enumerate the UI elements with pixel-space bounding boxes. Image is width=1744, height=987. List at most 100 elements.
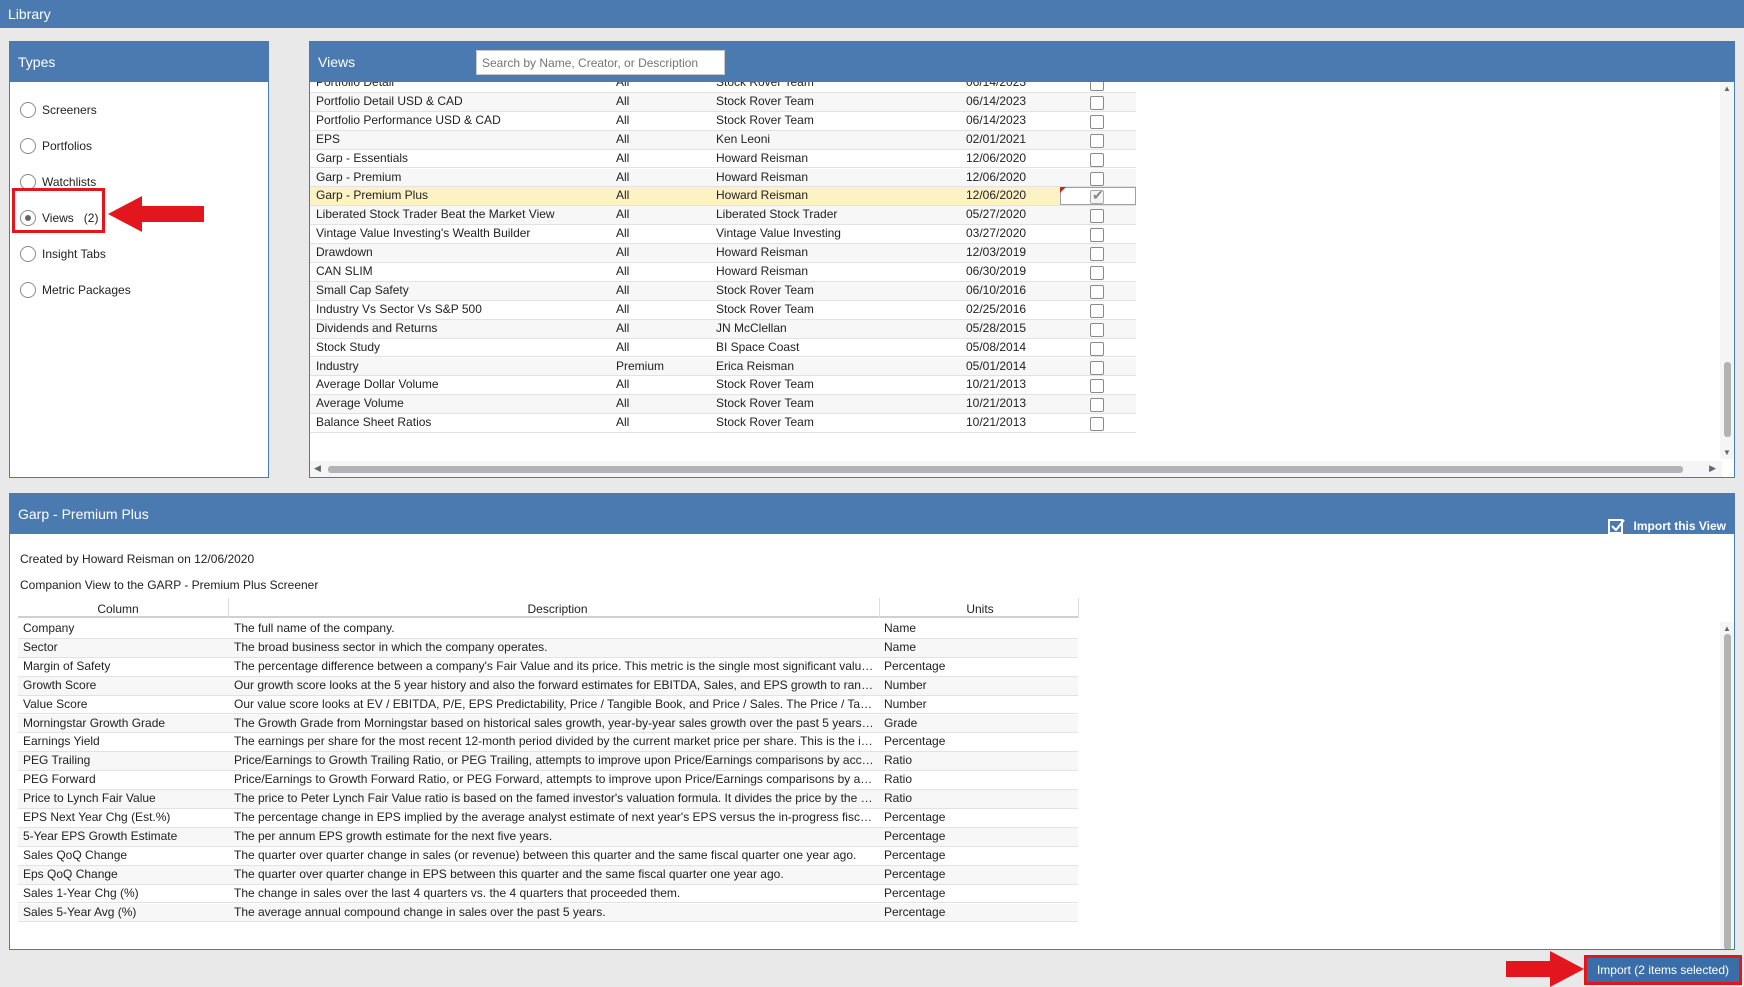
import-this-view-label[interactable]: Import this View <box>1634 506 1726 546</box>
scroll-thumb[interactable] <box>1724 362 1731 437</box>
import-checkbox[interactable] <box>1090 417 1104 432</box>
scroll-left-icon[interactable]: ◀ <box>314 463 321 474</box>
import-button[interactable]: Import (2 items selected) <box>1584 955 1742 985</box>
import-checkbox[interactable] <box>1090 398 1104 413</box>
view-subscription: All <box>616 226 630 241</box>
import-checkbox[interactable] <box>1090 341 1104 356</box>
annotation-arrow-right-icon <box>1506 951 1584 987</box>
column-row[interactable]: 5-Year EPS Growth Estimate The per annum … <box>18 827 1078 847</box>
column-row[interactable]: PEG Trailing Price/Earnings to Growth Tra… <box>18 752 1078 772</box>
scroll-thumb[interactable] <box>328 466 1683 473</box>
view-row[interactable]: Balance Sheet Ratios All Stock Rover Team 1… <box>310 414 1136 434</box>
type-option-insight-tabs[interactable]: Insight Tabs <box>10 236 268 272</box>
view-row[interactable]: Industry Premium Erica Reisman 05/01/2014 <box>310 357 1136 377</box>
column-description: Our value score looks at EV / EBITDA, P/… <box>234 696 873 711</box>
import-checkbox[interactable] <box>1090 133 1104 148</box>
column-units: Percentage <box>884 828 946 843</box>
column-row[interactable]: Earnings Yield The earnings per share for… <box>18 733 1078 753</box>
view-row[interactable]: Portfolio Performance USD & CAD All Stock … <box>310 112 1136 131</box>
column-row[interactable]: Morningstar Growth Grade The Growth Grade… <box>18 714 1078 734</box>
radio-button[interactable] <box>20 138 36 154</box>
view-date: 06/14/2023 <box>966 112 1027 127</box>
view-creator: Howard Reisman <box>716 188 809 203</box>
views-search-input[interactable] <box>476 50 725 75</box>
radio-button[interactable] <box>20 282 36 298</box>
scroll-thumb[interactable] <box>1724 634 1731 949</box>
column-row[interactable]: Sales 5-Year Avg (%) The average annual c… <box>18 903 1078 923</box>
type-option-metric-packages[interactable]: Metric Packages <box>10 272 268 308</box>
import-checkbox[interactable] <box>1090 379 1104 394</box>
view-row[interactable]: Garp - Premium Plus All Howard Reisman 12/0… <box>310 187 1136 207</box>
views-grid: Portfolio Detail All Stock Rover Team 06/14… <box>310 82 1734 459</box>
column-name: Morningstar Growth Grade <box>23 715 166 730</box>
type-option-portfolios[interactable]: Portfolios <box>10 128 268 164</box>
detail-title: Garp - Premium Plus Import this View <box>10 494 1734 534</box>
view-creator: Stock Rover Team <box>716 415 814 430</box>
column-row[interactable]: Sales 1-Year Chg (%) The change in sales … <box>18 885 1078 904</box>
view-row[interactable]: Drawdown All Howard Reisman 12/03/2019 <box>310 244 1136 263</box>
import-checkbox[interactable] <box>1090 228 1104 243</box>
column-units: Percentage <box>884 885 946 900</box>
view-row[interactable]: Liberated Stock Trader Beat the Market V… <box>310 206 1136 226</box>
column-units: Percentage <box>884 847 946 862</box>
column-description: The average annual compound change in sa… <box>234 904 606 919</box>
header-column[interactable]: Column <box>18 602 218 616</box>
scroll-right-icon[interactable]: ▶ <box>1709 463 1716 474</box>
view-row[interactable]: Industry Vs Sector Vs S&P 500 All Stock Ro… <box>310 301 1136 320</box>
view-name: Average Volume <box>316 396 404 411</box>
column-row[interactable]: Sector The broad business sector in which… <box>18 638 1078 658</box>
view-row[interactable]: Garp - Premium All Howard Reisman 12/06/202… <box>310 168 1136 188</box>
column-row[interactable]: EPS Next Year Chg (Est.%) The percentage … <box>18 809 1078 828</box>
import-checkbox[interactable] <box>1090 82 1104 91</box>
scroll-up-icon[interactable]: ▲ <box>1723 624 1731 633</box>
header-description[interactable]: Description <box>230 602 885 616</box>
import-checkbox[interactable] <box>1090 247 1104 262</box>
view-row[interactable]: Average Volume All Stock Rover Team 10/21/2… <box>310 395 1136 415</box>
view-row[interactable]: Portfolio Detail All Stock Rover Team 06/14… <box>310 82 1136 93</box>
checkbox-checked-icon[interactable] <box>1607 517 1626 535</box>
column-row[interactable]: Margin of Safety The percentage differenc… <box>18 658 1078 677</box>
view-row[interactable]: CAN SLIM All Howard Reisman 06/30/2019 <box>310 263 1136 282</box>
type-option-screeners[interactable]: Screeners <box>10 92 268 128</box>
column-row[interactable]: Growth Score Our growth score looks at th… <box>18 676 1078 696</box>
radio-button[interactable] <box>20 102 36 118</box>
column-row[interactable]: Sales QoQ Change The quarter over quarter… <box>18 847 1078 866</box>
column-units: Name <box>884 621 917 635</box>
import-checkbox[interactable] <box>1090 284 1104 299</box>
import-checkbox[interactable] <box>1090 152 1104 167</box>
view-row[interactable]: Garp - Essentials All Howard Reisman 12/06/… <box>310 150 1136 169</box>
view-row[interactable]: Small Cap Safety All Stock Rover Team 06/10… <box>310 281 1136 301</box>
scroll-up-icon[interactable]: ▲ <box>1723 84 1731 93</box>
views-vertical-scrollbar[interactable]: ▲ ▼ <box>1720 82 1734 459</box>
import-this-view-toggle[interactable]: Import this View <box>1607 506 1726 546</box>
import-checkbox[interactable] <box>1090 95 1104 110</box>
columns-table-body: Company The full name of the company. Name… <box>18 620 1078 949</box>
import-checkbox[interactable] <box>1090 266 1104 280</box>
column-description: The Growth Grade from Morningstar based … <box>234 715 874 730</box>
view-creator: Howard Reisman <box>716 264 809 278</box>
views-horizontal-scrollbar[interactable]: ◀ ▶ <box>310 461 1722 477</box>
view-row[interactable]: Average Dollar Volume All Stock Rover Team… <box>310 376 1136 396</box>
import-checkbox[interactable] <box>1090 114 1104 129</box>
column-row[interactable]: Eps QoQ Change The quarter over quarter c… <box>18 865 1078 885</box>
import-checkbox[interactable] <box>1090 360 1104 375</box>
view-row[interactable]: Dividends and Returns All JN McClellan 05/2… <box>310 319 1136 339</box>
import-checkbox[interactable] <box>1090 171 1104 186</box>
import-checkbox[interactable] <box>1090 209 1104 224</box>
view-row[interactable]: Vintage Value Investing's Wealth Builder… <box>310 225 1136 245</box>
import-checkbox[interactable] <box>1090 303 1104 318</box>
view-date: 12/06/2020 <box>966 188 1027 203</box>
column-row[interactable]: PEG Forward Price/Earnings to Growth Forw… <box>18 771 1078 791</box>
header-units[interactable]: Units <box>880 602 1080 616</box>
column-row[interactable]: Company The full name of the company. Name <box>18 620 1078 639</box>
radio-button[interactable] <box>20 246 36 262</box>
view-row[interactable]: EPS All Ken Leoni 02/01/2021 <box>310 130 1136 150</box>
view-row[interactable]: Stock Study All BI Space Coast 05/08/2014 <box>310 339 1136 358</box>
column-row[interactable]: Price to Lynch Fair Value The price to Pe… <box>18 790 1078 809</box>
import-checkbox[interactable] <box>1090 322 1104 337</box>
scroll-down-icon[interactable]: ▼ <box>1723 448 1731 457</box>
view-name: Balance Sheet Ratios <box>316 415 432 430</box>
view-row[interactable]: Portfolio Detail USD & CAD All Stock Rover… <box>310 92 1136 112</box>
detail-vertical-scrollbar[interactable]: ▲ <box>1720 622 1734 949</box>
column-row[interactable]: Value Score Our value score looks at EV /… <box>18 696 1078 715</box>
